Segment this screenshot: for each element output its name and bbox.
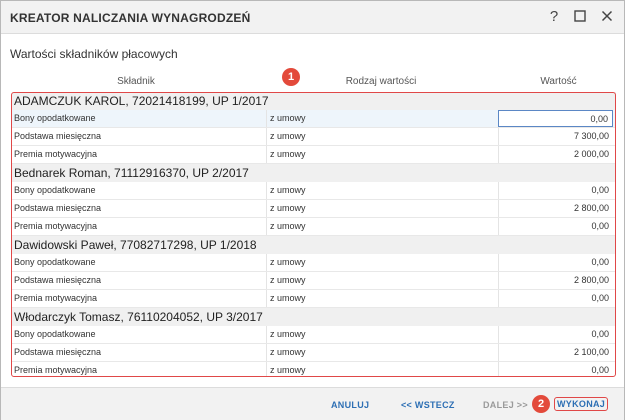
table-row[interactable]: Podstawa miesięczna z umowy 2 800,00 bbox=[12, 200, 616, 218]
value-cell[interactable]: 2 000,00 bbox=[498, 146, 613, 163]
table-row[interactable]: Podstawa miesięczna z umowy 2 100,00 bbox=[12, 344, 616, 362]
table-row[interactable]: Podstawa miesięczna z umowy 7 300,00 bbox=[12, 128, 616, 146]
component-name: Premia motywacyjna bbox=[14, 221, 98, 231]
table-row[interactable]: Premia motywacyjna z umowy 2 000,00 bbox=[12, 146, 616, 164]
annotation-badge-1: 1 bbox=[282, 68, 300, 86]
value-type[interactable]: z umowy bbox=[266, 110, 496, 127]
component-name: Premia motywacyjna bbox=[14, 365, 98, 375]
title-bar: KREATOR NALICZANIA WYNAGRODZEŃ ? bbox=[1, 1, 624, 34]
value-cell[interactable]: 0,00 bbox=[498, 254, 613, 271]
employee-group-header[interactable]: Włodarczyk Tomasz, 76110204052, UP 3/201… bbox=[12, 308, 616, 326]
value-type[interactable]: z umowy bbox=[266, 290, 496, 307]
value-type[interactable]: z umowy bbox=[266, 200, 496, 217]
value-type[interactable]: z umowy bbox=[266, 272, 496, 289]
annotation-badge-2: 2 bbox=[532, 395, 550, 413]
employee-group-header[interactable]: Dawidowski Paweł, 77082717298, UP 1/2018 bbox=[12, 236, 616, 254]
component-name: Podstawa miesięczna bbox=[14, 203, 102, 213]
table-row[interactable]: Bony opodatkowane z umowy 0,00 bbox=[12, 326, 616, 344]
value-cell[interactable]: 2 100,00 bbox=[498, 344, 613, 361]
value-cell[interactable]: 0,00 bbox=[498, 218, 613, 235]
help-button[interactable]: ? bbox=[544, 7, 564, 27]
column-header-component[interactable]: Składnik bbox=[61, 76, 211, 87]
section-label: Wartości składników płacowych bbox=[10, 47, 178, 61]
table-row[interactable]: Bony opodatkowane z umowy 0,00 bbox=[12, 182, 616, 200]
value-type[interactable]: z umowy bbox=[266, 146, 496, 163]
execute-button[interactable]: WYKONAJ bbox=[554, 397, 609, 411]
cancel-button[interactable]: ANULUJ bbox=[331, 400, 369, 410]
value-cell[interactable]: 0,00 bbox=[498, 290, 613, 307]
value-type[interactable]: z umowy bbox=[266, 326, 496, 343]
value-type[interactable]: z umowy bbox=[266, 254, 496, 271]
close-icon[interactable] bbox=[597, 7, 617, 27]
component-name: Premia motywacyjna bbox=[14, 149, 98, 159]
value-type[interactable]: z umowy bbox=[266, 362, 496, 377]
value-cell[interactable]: 0,00 bbox=[498, 182, 613, 199]
component-name: Podstawa miesięczna bbox=[14, 347, 102, 357]
value-cell[interactable]: 2 800,00 bbox=[498, 200, 613, 217]
table-row[interactable]: Premia motywacyjna z umowy 0,00 bbox=[12, 218, 616, 236]
value-cell[interactable]: 0,00 bbox=[498, 362, 613, 377]
maximize-icon[interactable] bbox=[570, 7, 590, 27]
components-grid: ADAMCZUK KAROL, 72021418199, UP 1/2017 B… bbox=[12, 92, 616, 377]
back-button[interactable]: << WSTECZ bbox=[401, 400, 455, 410]
column-header-value-type[interactable]: Rodzaj wartości bbox=[301, 76, 461, 87]
table-row[interactable]: Bony opodatkowane z umowy 0,00 bbox=[12, 254, 616, 272]
column-header-value[interactable]: Wartość bbox=[501, 76, 616, 87]
window-title: KREATOR NALICZANIA WYNAGRODZEŃ bbox=[10, 11, 251, 25]
component-name: Bony opodatkowane bbox=[14, 257, 96, 267]
value-type[interactable]: z umowy bbox=[266, 218, 496, 235]
value-input[interactable]: 0,00 bbox=[498, 110, 613, 127]
table-row[interactable]: Premia motywacyjna z umowy 0,00 bbox=[12, 362, 616, 377]
component-name: Bony opodatkowane bbox=[14, 329, 96, 339]
component-name: Bony opodatkowane bbox=[14, 185, 96, 195]
table-row[interactable]: Bony opodatkowane z umowy 0,00 bbox=[12, 110, 616, 128]
employee-group-header[interactable]: Bednarek Roman, 71112916370, UP 2/2017 bbox=[12, 164, 616, 182]
component-name: Premia motywacyjna bbox=[14, 293, 98, 303]
component-name: Podstawa miesięczna bbox=[14, 275, 102, 285]
table-row[interactable]: Premia motywacyjna z umowy 0,00 bbox=[12, 290, 616, 308]
table-row[interactable]: Podstawa miesięczna z umowy 2 800,00 bbox=[12, 272, 616, 290]
value-type[interactable]: z umowy bbox=[266, 128, 496, 145]
value-cell[interactable]: 2 800,00 bbox=[498, 272, 613, 289]
value-cell[interactable]: 0,00 bbox=[498, 326, 613, 343]
value-cell[interactable]: 7 300,00 bbox=[498, 128, 613, 145]
payroll-wizard-window: KREATOR NALICZANIA WYNAGRODZEŃ ? Wartośc… bbox=[0, 0, 625, 420]
employee-group-header[interactable]: ADAMCZUK KAROL, 72021418199, UP 1/2017 bbox=[12, 92, 616, 110]
value-type[interactable]: z umowy bbox=[266, 344, 496, 361]
value-type[interactable]: z umowy bbox=[266, 182, 496, 199]
wizard-footer: ANULUJ << WSTECZ DALEJ >> 2 WYKONAJ bbox=[1, 387, 624, 420]
next-button[interactable]: DALEJ >> bbox=[483, 400, 528, 410]
component-name: Bony opodatkowane bbox=[14, 113, 96, 123]
component-name: Podstawa miesięczna bbox=[14, 131, 102, 141]
